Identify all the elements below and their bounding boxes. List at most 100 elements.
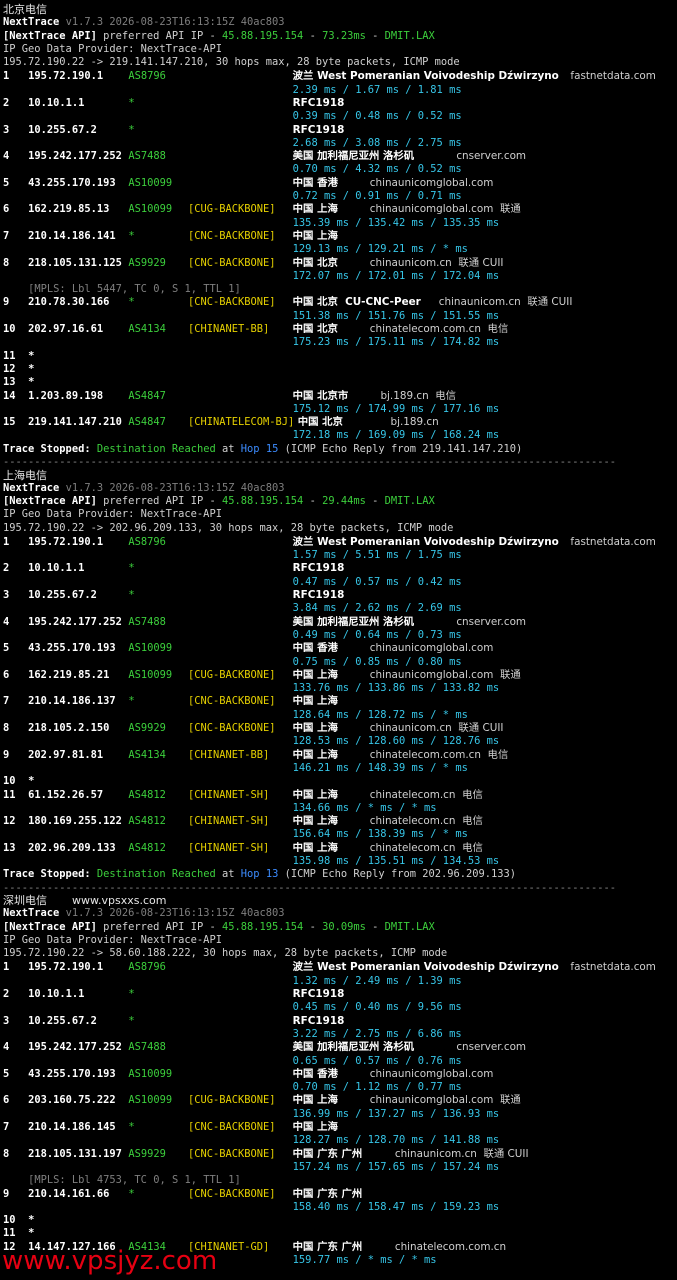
hop-number: 3 — [3, 589, 10, 601]
hop-number: 12 — [3, 362, 16, 375]
hop-number: 11 — [3, 1227, 16, 1240]
hop-number: 12 — [3, 815, 16, 828]
hop-asn: AS9929 — [128, 722, 166, 734]
hop-row: 6 203.160.75.222 AS10099 [CUG-BACKBONE] 中国 上… — [3, 1094, 677, 1107]
hop-row: 9 210.14.161.66 * [CNC-BACKBONE] 中国 广东 广州 — [3, 1188, 677, 1201]
hop-row: 7 210.14.186.141 * [CNC-BACKBONE] 中国 上海 — [3, 230, 677, 243]
hop-ip: 10.10.1.1 — [28, 988, 85, 1000]
hop-host: bj.189.cn — [390, 416, 439, 429]
hop-number: 2 — [3, 988, 10, 1000]
hop-ip: 162.219.85.13 — [28, 203, 110, 216]
hop-timeout-star: * — [28, 349, 35, 362]
hop-number: 13 — [3, 376, 16, 389]
hop-word: Hop — [240, 868, 260, 881]
hop-number: 9 — [3, 748, 10, 761]
hop-ip: 203.160.75.222 — [28, 1094, 116, 1107]
hop-geo: 中国 广东 广州 — [292, 1187, 363, 1200]
hop-ip: 195.72.190.1 — [28, 961, 104, 974]
hop-timeout-star: * — [28, 362, 35, 375]
api-prefix: [NextTrace API] — [3, 29, 97, 42]
trace-command-line: 195.72.190.22 -> 219.141.147.210, 30 hop… — [3, 56, 460, 69]
hop-number: 11 — [3, 788, 16, 801]
hop-asn: AS7488 — [128, 150, 166, 163]
hop-row: 15 219.141.147.210 AS4847 [CHINATELECOM-BJ]… — [3, 416, 677, 429]
hop-rtt: 135.98 ms / 135.51 ms / 134.53 ms — [292, 855, 500, 867]
hop-host: chinaunicomglobal.com 联通 — [369, 1094, 521, 1107]
hop-host: chinaunicom.cn 联通 CUII — [394, 1147, 529, 1160]
hop-rtt: 0.65 ms / 0.57 ms / 0.76 ms — [292, 1054, 462, 1067]
hop-rtt: 175.12 ms / 174.99 ms / 177.16 ms — [292, 402, 500, 415]
hop-number: 10 — [3, 1214, 16, 1227]
geo-provider-line: IP Geo Data Provider: NextTrace-API — [3, 934, 222, 947]
section-title: 北京电信 — [3, 3, 47, 16]
hop-geo: 中国 北京 CU-CNC-Peer — [292, 296, 421, 309]
hop-rtt: 3.22 ms / 2.75 ms / 6.86 ms — [292, 1027, 462, 1040]
app-name: NextTrace — [3, 907, 60, 920]
hop-rtt: 134.66 ms / * ms / * ms — [292, 801, 437, 814]
hop-ip: 210.14.186.137 — [28, 695, 116, 708]
hop-row: 4 195.242.177.252 AS7488 美国 加利福尼亚州 洛杉矶 cnser… — [3, 1041, 677, 1054]
hop-ip: 10.255.67.2 — [28, 123, 97, 136]
hop-number: 7 — [3, 229, 10, 242]
trace-command-line: 195.72.190.22 -> 202.96.209.133, 30 hops… — [3, 522, 453, 535]
separator: ----------------------------------------… — [3, 456, 617, 468]
hop-rtt: 133.76 ms / 133.86 ms / 133.82 ms — [292, 682, 500, 695]
hop-number: 13 — [3, 841, 16, 854]
geo-provider: IP Geo Data Provider: NextTrace-API — [3, 42, 222, 55]
hop-rtt: 0.75 ms / 0.85 ms / 0.80 ms — [292, 655, 462, 668]
hop-rtt: 175.23 ms / 175.11 ms / 174.82 ms — [292, 336, 500, 349]
hop-ip: 202.97.16.61 — [28, 323, 104, 335]
hop-asn: AS10099 — [128, 203, 173, 216]
hop-row: 7 210.14.186.145 * [CNC-BACKBONE] 中国 上海 — [3, 1121, 677, 1134]
hop-number: 3 — [3, 123, 10, 136]
hop-row: 6 162.219.85.13 AS10099 [CUG-BACKBONE] 中国 上海… — [3, 203, 677, 216]
hop-number: 4 — [3, 615, 10, 628]
app-name: NextTrace — [3, 16, 60, 29]
hop-asn: * — [128, 96, 135, 109]
hop-asn: AS10099 — [128, 668, 173, 681]
hop-ip: 10.255.67.2 — [28, 589, 97, 601]
geo-provider: IP Geo Data Provider: NextTrace-API — [3, 934, 222, 946]
hop-asn: * — [128, 123, 135, 136]
api-line: [NextTrace API] preferred API IP - 45.88… — [3, 495, 435, 508]
trace-stopped-line: Trace Stopped: Destination Reached at Ho… — [3, 868, 516, 881]
hop-geo: 美国 加利福尼亚州 洛杉矶 — [292, 150, 415, 163]
trace-stopped-label: Trace Stopped: — [3, 868, 91, 881]
hop-host: chinatelecom.com.cn — [394, 1240, 507, 1253]
hop-ip: 219.141.147.210 — [28, 416, 122, 429]
hop-asn: AS8796 — [128, 70, 166, 83]
hop-number: 1 — [3, 535, 10, 548]
section-title-text: 上海电信 — [3, 468, 47, 482]
hop-ip: 10.10.1.1 — [28, 562, 85, 575]
section-title-text: 深圳电信 — [3, 894, 47, 908]
hop-tag: [CNC-BACKBONE] — [187, 296, 276, 309]
hop-ip: 210.78.30.166 — [28, 296, 110, 309]
hop-ip: 210.14.186.145 — [28, 1121, 116, 1133]
version-line: NextTrace v1.7.3 2026-08-23T16:13:15Z 40… — [3, 907, 285, 920]
hop-rtt: 2.39 ms / 1.67 ms / 1.81 ms — [292, 83, 462, 96]
hop-geo: 中国 北京 — [292, 256, 338, 269]
hop-number: 7 — [3, 695, 10, 708]
hop-asn: AS9929 — [128, 1147, 166, 1160]
hop-rtt: 146.21 ms / 148.39 ms / * ms — [292, 761, 468, 774]
hop-number: 8 — [3, 722, 10, 734]
api-mid: preferred API IP - — [103, 495, 216, 508]
separator-line: ----------------------------------------… — [3, 882, 616, 895]
hop-asn: AS4812 — [128, 788, 166, 801]
hop-asn: AS8796 — [128, 535, 166, 548]
hop-host: chinaunicom.cn 联通 CUII — [369, 256, 504, 269]
stop-hop-number: 15 — [265, 442, 279, 455]
hop-row: 14 1.203.89.198 AS4847 中国 北京市 bj.189.cn 电信 — [3, 390, 677, 403]
destination-reached: Destination Reached — [96, 442, 216, 455]
hop-row: 2 10.10.1.1 * RFC1918 — [3, 97, 677, 110]
hop-row: 12 180.169.255.122 AS4812 [CHINANET-SH] 中国 上… — [3, 815, 677, 828]
section-title: 上海电信 — [3, 469, 47, 482]
api-mid: preferred API IP - — [103, 920, 216, 933]
hop-number: 2 — [3, 562, 10, 575]
hop-row: 3 10.255.67.2 * RFC1918 — [3, 124, 677, 137]
geo-provider-line: IP Geo Data Provider: NextTrace-API — [3, 43, 222, 56]
hop-asn: AS10099 — [128, 1094, 173, 1107]
hop-rtt: 128.27 ms / 128.70 ms / 141.88 ms — [292, 1134, 500, 1147]
hop-host: cnserver.com — [456, 150, 527, 163]
hop-ip: 218.105.2.150 — [28, 722, 110, 734]
